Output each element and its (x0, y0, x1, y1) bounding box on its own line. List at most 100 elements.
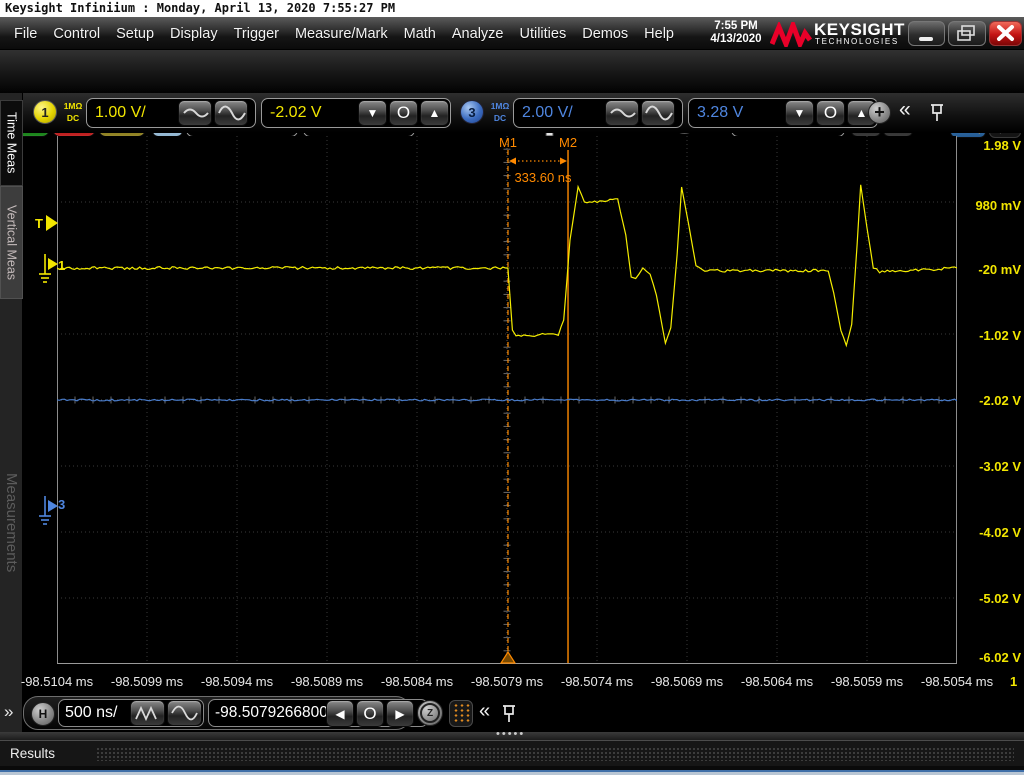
trigger-level-marker[interactable]: T (34, 213, 60, 233)
time-label-6: -98.5074 ms (561, 674, 633, 689)
channel-1-offset-field[interactable]: -2.02 V ▼ O ▲ (261, 98, 451, 128)
channel-3-coupling-mode: DC (488, 112, 512, 124)
channel-1-offset-knob[interactable]: O (389, 100, 418, 126)
time-label-3: -98.5089 ms (291, 674, 363, 689)
waveform-display[interactable]: M1M2333.60 ns (57, 136, 957, 664)
pin-icon[interactable] (928, 102, 946, 124)
voltage-label-4: -2.02 V (951, 393, 1021, 408)
brand-sub: TECHNOLOGIES (815, 37, 899, 46)
svg-text:333.60 ns: 333.60 ns (514, 170, 572, 185)
voltage-label-1: 980 mV (951, 198, 1021, 213)
channel-3-offset-down-button[interactable]: ▼ (785, 100, 814, 126)
time-label-2: -98.5094 ms (201, 674, 273, 689)
zoom-mode-button[interactable]: Z (417, 700, 443, 726)
voltage-label-0: 1.98 V (951, 138, 1021, 153)
channel-1-marker-label: 1 (58, 258, 65, 273)
time-label-8: -98.5064 ms (741, 674, 813, 689)
channel-1-scale-field[interactable]: 1.00 V/ (86, 98, 256, 128)
menu-trigger[interactable]: Trigger (226, 26, 287, 42)
timebase-zoom-in-button[interactable] (130, 700, 165, 726)
window-title: Keysight Infiniium : Monday, April 13, 2… (0, 0, 1024, 17)
channel-3-impedance: 1MΩ (488, 100, 512, 112)
channel-3-offset-value: 3.28 V (697, 104, 743, 122)
time-label-5: -98.5079 ms (471, 674, 543, 689)
channel-3-button[interactable]: 3 (460, 100, 484, 124)
menu-bar: File Control Setup Display Trigger Measu… (0, 17, 1024, 50)
horizontal-toolbar: H 500 ns/ -98.5079266800 ms ◀ O ▶ (23, 696, 411, 730)
expand-left-panel-button[interactable]: » (4, 702, 13, 722)
channel-3-offset-field[interactable]: 3.28 V ▼ O ▲ (688, 98, 878, 128)
channel-3-scale-field[interactable]: 2.00 V/ (513, 98, 683, 128)
close-button[interactable] (989, 21, 1022, 46)
tab-vertical-meas[interactable]: Vertical Meas (0, 186, 23, 299)
trigger-marker-label: T (35, 216, 43, 231)
position-left-button[interactable]: ◀ (326, 700, 354, 727)
voltage-label-7: -5.02 V (951, 591, 1021, 606)
channel-3-marker-label: 3 (58, 497, 65, 512)
channel-1-offset-down-button[interactable]: ▼ (358, 100, 387, 126)
restore-button[interactable] (948, 21, 986, 46)
left-sidebar: Time Meas Vertical Meas Measurements (0, 93, 23, 775)
keysight-spark-icon (770, 22, 812, 47)
channel-3-offset-knob[interactable]: O (816, 100, 845, 126)
voltage-label-8: -6.02 V (951, 650, 1021, 665)
menu-demos[interactable]: Demos (574, 26, 636, 42)
channel-1-coupling-mode: DC (61, 112, 85, 124)
marker-grid-button[interactable] (449, 700, 473, 727)
results-splitter-handle[interactable]: ••••• (0, 732, 1024, 740)
menu-file[interactable]: File (6, 26, 45, 42)
zoom-mode-label: Z (420, 703, 440, 723)
collapse-channel-bar-button[interactable]: « (899, 98, 911, 122)
pin-horizontal-toolbar-icon[interactable] (500, 703, 518, 725)
position-right-button[interactable]: ▶ (386, 700, 414, 727)
position-knob[interactable]: O (356, 700, 384, 727)
timebase-field[interactable]: 500 ns/ (58, 699, 204, 727)
voltage-label-6: -4.02 V (951, 525, 1021, 540)
timebase-zoom-out-button[interactable] (167, 700, 202, 726)
channel-3-coupling[interactable]: 1MΩ DC (488, 100, 512, 124)
horizontal-button[interactable]: H (31, 702, 55, 726)
channel-1-ground-marker[interactable]: 1 (38, 250, 70, 290)
channel-1-coupling[interactable]: 1MΩ DC (61, 100, 85, 124)
menu-utilities[interactable]: Utilities (511, 26, 574, 42)
clock-date: 4/13/2020 (703, 33, 769, 46)
run-control-toolbar: Run Stop Single 200 MSa/s 10.0 Mpts T 66… (0, 50, 1024, 93)
menu-measure-mark[interactable]: Measure/Mark (287, 26, 396, 42)
menu-math[interactable]: Math (396, 26, 444, 42)
results-panel[interactable]: Results (0, 740, 1024, 766)
tab-time-meas[interactable]: Time Meas (0, 100, 23, 186)
menu-items: File Control Setup Display Trigger Measu… (6, 17, 682, 50)
results-panel-texture (96, 747, 1014, 761)
channel-3-scale-decrease-button[interactable] (605, 100, 639, 126)
results-panel-title: Results (10, 741, 55, 766)
svg-text:M1: M1 (499, 136, 517, 150)
channel-bar: 1 1MΩ DC 1.00 V/ -2.02 V ▼ O ▲ 3 1MΩ DC … (23, 93, 1024, 133)
timebase-value: 500 ns/ (65, 704, 117, 722)
channel-1-button[interactable]: 1 (33, 100, 57, 124)
time-label-10: -98.5054 ms (921, 674, 993, 689)
oscilloscope-graticule[interactable]: M1M2333.60 ns (57, 136, 957, 664)
menu-display[interactable]: Display (162, 26, 226, 42)
splitter-dots: ••••• (496, 728, 525, 740)
channel-3-ground-marker[interactable]: 3 (38, 492, 70, 532)
collapse-horizontal-toolbar-button[interactable]: « (479, 700, 490, 723)
menu-analyze[interactable]: Analyze (444, 26, 512, 42)
channel-1-offset-value: -2.02 V (270, 104, 322, 122)
time-label-0: -98.5104 ms (21, 674, 93, 689)
add-channel-button[interactable]: + (868, 101, 891, 124)
channel-1-scale-decrease-button[interactable] (178, 100, 212, 126)
time-label-4: -98.5084 ms (381, 674, 453, 689)
channel-3-scale-increase-button[interactable] (641, 100, 675, 126)
menu-control[interactable]: Control (45, 26, 108, 42)
channel-1-offset-up-button[interactable]: ▲ (420, 100, 449, 126)
channel-3-scale-value: 2.00 V/ (522, 104, 573, 122)
time-label-9: -98.5059 ms (831, 674, 903, 689)
voltage-label-5: -3.02 V (951, 459, 1021, 474)
minimize-button[interactable] (908, 21, 945, 46)
menu-help[interactable]: Help (636, 26, 682, 42)
channel-1-scale-increase-button[interactable] (214, 100, 248, 126)
corner-channel-label: 1 (1010, 674, 1017, 689)
voltage-label-3: -1.02 V (951, 328, 1021, 343)
menu-setup[interactable]: Setup (108, 26, 162, 42)
measurements-panel-label: Measurements (0, 423, 23, 623)
